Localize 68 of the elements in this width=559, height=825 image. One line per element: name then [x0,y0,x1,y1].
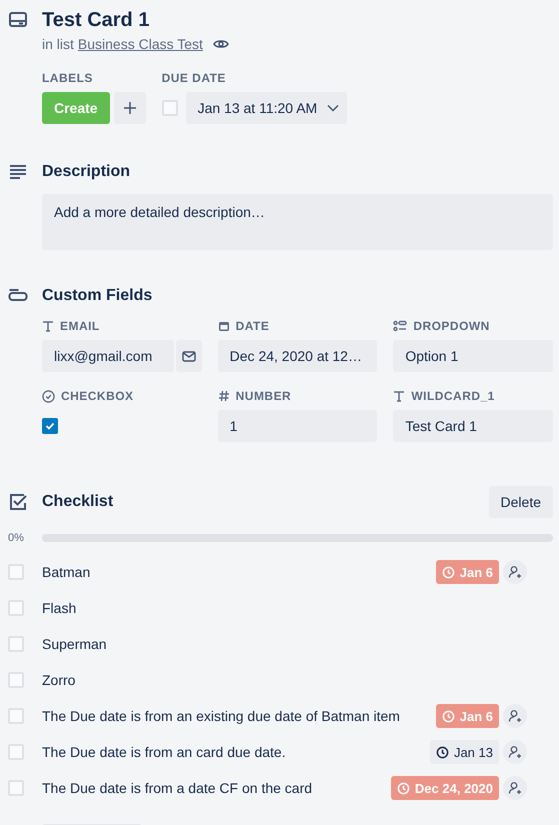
item-checkbox[interactable] [8,636,24,652]
field-label: CHECKBOX [61,389,134,403]
clock-icon [442,710,455,722]
clock-icon [396,782,410,794]
checklist-item[interactable]: The Due date is from an card due date. [42,744,430,760]
delete-button[interactable]: Delete [488,486,553,518]
due-badge[interactable]: Jan 13 [430,740,499,764]
calendar-icon [218,320,230,332]
date-field[interactable]: Dec 24, 2020 at 12… [218,340,378,372]
add-person-icon [508,745,522,759]
field-label: DROPDOWN [413,319,490,333]
custom-fields-heading: Custom Fields [42,286,154,306]
field-label: DATE [236,319,270,333]
labels-heading: LABELS [42,70,94,86]
add-person-icon [508,709,522,723]
add-label-button[interactable] [114,92,146,124]
assign-member-button[interactable] [503,740,527,764]
assign-member-button[interactable] [503,704,527,728]
list-icon [393,320,408,332]
checklist-item[interactable]: The Due date is from an existing due date of Batman item [42,708,436,724]
field-label: NUMBER [236,389,292,403]
item-checkbox[interactable] [8,744,24,760]
item-checkbox[interactable] [8,600,24,616]
description-heading: Description [42,162,132,182]
clock-icon [436,746,449,758]
due-date-button[interactable]: Jan 13 at 11:20 AM [186,92,348,124]
item-checkbox[interactable] [8,564,24,580]
mail-icon [182,350,196,362]
checklist-icon [8,492,28,512]
check-circle-icon [42,390,55,402]
checklist-heading: Checklist [42,492,114,512]
item-checkbox[interactable] [8,780,24,796]
hash-icon [218,390,230,402]
add-person-icon [508,565,522,579]
field-label: EMAIL [60,319,100,333]
assign-member-button[interactable] [503,776,527,800]
item-checkbox[interactable] [8,672,24,688]
card-icon [8,10,28,30]
number-field[interactable]: 1 [218,410,378,442]
check-icon [45,421,55,431]
email-field[interactable]: lixx@gmail.com [42,340,174,372]
progress-percent: 0% [8,532,25,544]
assign-member-button[interactable] [503,560,527,584]
checklist-item[interactable]: Batman [42,564,436,580]
text-icon [42,320,54,332]
item-checkbox[interactable] [8,708,24,724]
card-title: Test Card 1 [42,8,150,33]
checklist-item[interactable]: Zorro [42,672,553,688]
list-link[interactable]: Business Class Test [78,36,203,52]
checklist-item[interactable]: The Due date is from a date CF on the card [42,780,391,796]
field-checkbox[interactable] [42,418,58,434]
description-icon [8,162,28,182]
chevron-down-icon [327,104,340,112]
checklist-item[interactable]: Flash [42,600,553,616]
due-checkbox[interactable] [162,100,178,116]
plus-icon [124,102,136,114]
eye-icon[interactable] [212,38,229,50]
list-prefix: in list [42,36,74,52]
description-field[interactable]: Add a more detailed description… [42,194,553,250]
text-icon [393,390,406,402]
clock-icon [442,566,455,578]
field-label: WILDCARD_1 [411,389,495,403]
due-date-heading: DUE DATE [162,70,227,86]
add-person-icon [508,781,522,795]
text-field[interactable]: Test Card 1 [393,410,553,442]
mail-button[interactable] [176,340,202,372]
checklist-item[interactable]: Superman [42,636,553,652]
dropdown-field[interactable]: Option 1 [393,340,553,372]
